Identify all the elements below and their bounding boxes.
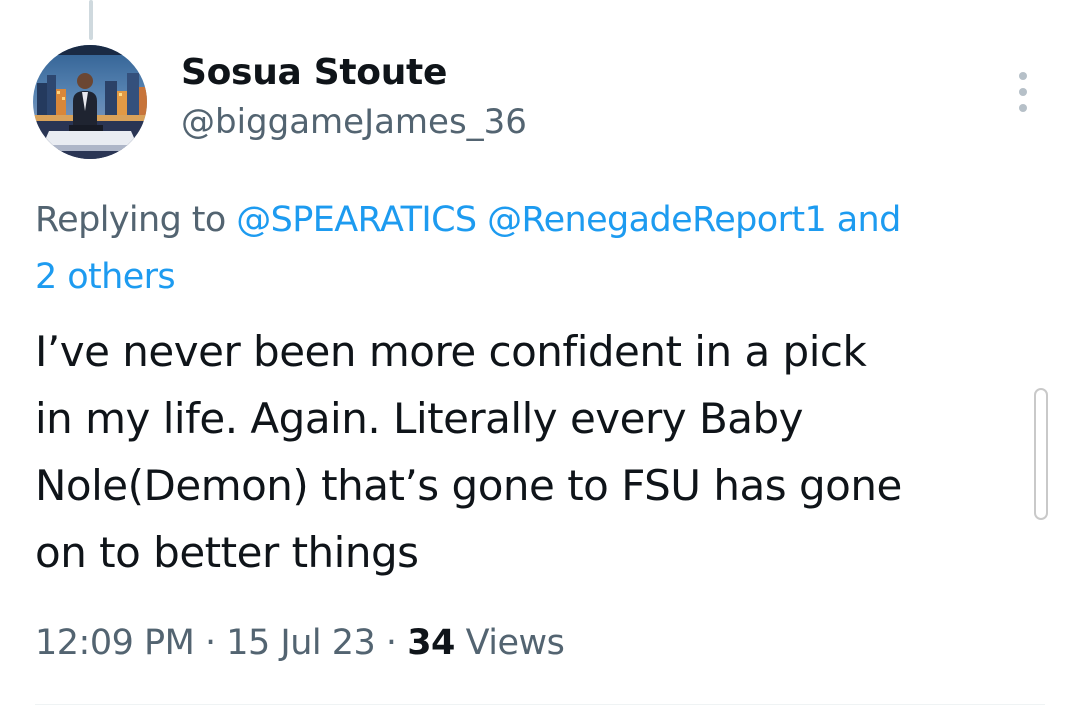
meta-separator: · [385, 623, 397, 663]
more-vertical-icon-dot [1019, 88, 1027, 96]
views-count[interactable]: 34 [407, 623, 455, 663]
meta-separator: · [204, 623, 216, 663]
more-options-button[interactable] [1008, 70, 1038, 114]
mention-connector[interactable]: and [837, 200, 902, 240]
others-link[interactable]: 2 others [35, 257, 176, 297]
tweet-time[interactable]: 12:09 PM [35, 623, 195, 663]
tweet-text-line: Nole(Demon) that’s gone to FSU has gone [35, 461, 902, 510]
scrollbar[interactable] [1034, 388, 1048, 520]
more-vertical-icon [1019, 72, 1027, 80]
tweet-text: I’ve never been more confident in a pick… [35, 318, 1025, 586]
replying-to-line: Replying to @SPEARATICS @RenegadeReport1… [35, 192, 1035, 306]
mention-link[interactable]: @SPEARATICS [236, 200, 477, 240]
author-handle[interactable]: @biggameJames_36 [181, 102, 527, 142]
tweet-text-line: on to better things [35, 528, 419, 577]
tweet-text-line: I’ve never been more confident in a pick [35, 327, 867, 376]
author-display-name[interactable]: Sosua Stoute [181, 52, 447, 93]
views-label[interactable]: Views [466, 623, 565, 663]
divider [35, 704, 1045, 705]
tweet-text-line: in my life. Again. Literally every Baby [35, 394, 804, 443]
avatar[interactable] [33, 45, 147, 159]
profile-photo-icon [33, 45, 147, 159]
tweet-date[interactable]: 15 Jul 23 [226, 623, 376, 663]
more-vertical-icon-dot [1019, 104, 1027, 112]
mention-link[interactable]: @RenegadeReport1 [487, 200, 827, 240]
thread-connector-line [89, 0, 93, 40]
tweet-metadata: 12:09 PM · 15 Jul 23 · 34 Views [35, 623, 565, 663]
replying-to-prefix: Replying to [35, 200, 226, 240]
